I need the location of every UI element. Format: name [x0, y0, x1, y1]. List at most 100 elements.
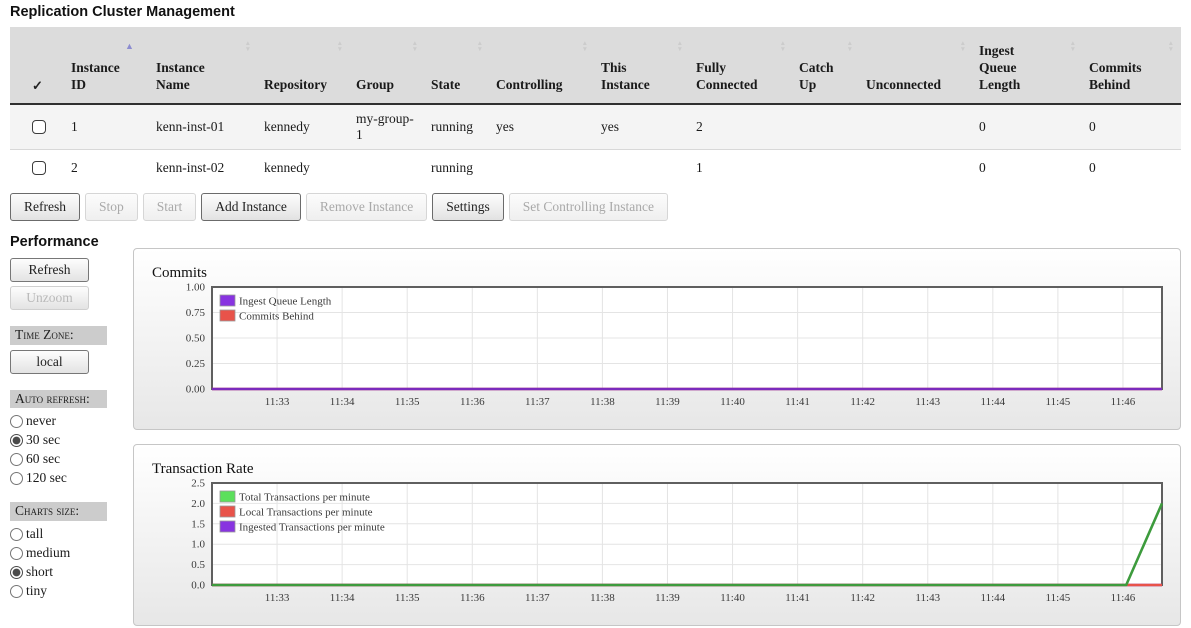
x-tick-label: 11:44 — [980, 396, 1005, 408]
performance-title: Performance — [10, 234, 133, 250]
column-label: Repository — [264, 77, 327, 94]
radio-label: tiny — [26, 583, 47, 599]
svg-text:Ingested Transactions per minu: Ingested Transactions per minute — [239, 521, 385, 533]
y-tick-label: 0.00 — [186, 383, 206, 395]
column-label: Group — [356, 77, 394, 94]
col-header-controlling[interactable]: Controlling▲▼ — [490, 27, 595, 104]
x-tick-label: 11:38 — [590, 396, 615, 408]
col-header-state[interactable]: State▲▼ — [425, 27, 490, 104]
x-tick-label: 11:35 — [395, 396, 420, 408]
refresh-button[interactable]: Refresh — [10, 193, 80, 221]
col-header-fully-connected[interactable]: Fully Connected▲▼ — [690, 27, 793, 104]
x-tick-label: 11:41 — [785, 592, 810, 604]
column-label: Unconnected — [866, 77, 941, 94]
cell-this-instance — [595, 150, 690, 186]
table-row: 2kenn-inst-02kennedyrunning100 — [10, 150, 1181, 186]
x-tick-label: 11:43 — [915, 592, 940, 604]
legend-item: Ingested Transactions per minute — [220, 521, 385, 534]
radio-label: tall — [26, 526, 43, 542]
cell-unconnected — [860, 150, 973, 186]
col-header-catch-up[interactable]: Catch Up▲▼ — [793, 27, 860, 104]
row-select-cell — [10, 150, 65, 186]
x-tick-label: 11:45 — [1046, 396, 1071, 408]
column-label: Instance ID — [71, 60, 129, 94]
perf-unzoom-button[interactable]: Unzoom — [10, 286, 89, 310]
auto-refresh-group: never 30 sec 60 sec 120 sec — [10, 413, 133, 486]
x-tick-label: 11:33 — [265, 396, 290, 408]
row-checkbox[interactable] — [32, 161, 46, 175]
x-tick-label: 11:34 — [330, 592, 355, 604]
local-button[interactable]: local — [10, 350, 89, 374]
charts-size-radio[interactable] — [10, 585, 23, 598]
cell-instance-id: 1 — [65, 104, 150, 150]
x-tick-label: 11:39 — [655, 396, 680, 408]
cell-fully-connected: 2 — [690, 104, 793, 150]
cell-commits-behind: 0 — [1083, 150, 1181, 186]
row-checkbox[interactable] — [32, 120, 46, 134]
auto-refresh-radio[interactable] — [10, 434, 23, 447]
col-header-repository[interactable]: Repository ▲▼ — [258, 27, 350, 104]
cell-ingest-queue-length: 0 — [973, 104, 1083, 150]
auto-refresh-radio[interactable] — [10, 472, 23, 485]
remove-instance-button[interactable]: Remove Instance — [306, 193, 427, 221]
y-tick-label: 1.0 — [191, 538, 205, 550]
cell-instance-id: 2 — [65, 150, 150, 186]
x-tick-label: 11:46 — [1111, 396, 1136, 408]
sort-icon: ▲▼ — [1070, 41, 1076, 53]
auto-refresh-option-120-sec[interactable]: 120 sec — [10, 470, 133, 486]
charts-size-option-tall[interactable]: tall — [10, 526, 133, 542]
chart-canvas[interactable]: 11:3311:3411:3511:3611:3711:3811:3911:40… — [150, 479, 1170, 619]
sort-icon: ▲▼ — [337, 41, 343, 53]
charts-size-option-tiny[interactable]: tiny — [10, 583, 133, 599]
charts-size-radio[interactable] — [10, 528, 23, 541]
y-tick-label: 0.75 — [186, 307, 206, 319]
sort-icon: ▲▼ — [960, 41, 966, 53]
auto-refresh-radio[interactable] — [10, 453, 23, 466]
col-header-unconnected[interactable]: Unconnected ▲▼ — [860, 27, 973, 104]
charts-column: Commits11:3311:3411:3511:3611:3711:3811:… — [133, 248, 1181, 626]
performance-section: Performance RefreshUnzoom Time Zone: loc… — [10, 234, 1181, 626]
col-header-instance-name[interactable]: Instance Name▲▼ — [150, 27, 258, 104]
stop-button[interactable]: Stop — [85, 193, 138, 221]
cell-unconnected — [860, 104, 973, 150]
auto-refresh-option-30-sec[interactable]: 30 sec — [10, 432, 133, 448]
col-header-this-instance[interactable]: This Instance▲▼ — [595, 27, 690, 104]
start-button[interactable]: Start — [143, 193, 197, 221]
legend-item: Local Transactions per minute — [220, 506, 373, 519]
col-header-instance-id[interactable]: Instance ID▲ — [65, 27, 150, 104]
add-instance-button[interactable]: Add Instance — [201, 193, 301, 221]
x-tick-label: 11:35 — [395, 592, 420, 604]
col-header-select[interactable]: ✓ — [10, 27, 65, 104]
chart-title: Transaction Rate — [152, 461, 1180, 478]
auto-refresh-option-never[interactable]: never — [10, 413, 133, 429]
auto-refresh-option-60-sec[interactable]: 60 sec — [10, 451, 133, 467]
charts-size-option-medium[interactable]: medium — [10, 545, 133, 561]
y-tick-label: 2.0 — [191, 498, 205, 510]
charts-size-radio[interactable] — [10, 547, 23, 560]
auto-refresh-label: Auto refresh: — [10, 390, 107, 409]
sort-icon: ▲▼ — [847, 41, 853, 53]
col-header-ingest-queue-length[interactable]: Ingest Queue Length▲▼ — [973, 27, 1083, 104]
col-header-group[interactable]: Group▲▼ — [350, 27, 425, 104]
performance-sidebar: Performance RefreshUnzoom Time Zone: loc… — [10, 234, 133, 626]
cell-controlling — [490, 150, 595, 186]
perf-refresh-button[interactable]: Refresh — [10, 258, 89, 282]
set-controlling-instance-button[interactable]: Set Controlling Instance — [509, 193, 668, 221]
settings-button[interactable]: Settings — [432, 193, 504, 221]
check-icon: ✓ — [32, 78, 43, 93]
col-header-commits-behind[interactable]: Commits Behind▲▼ — [1083, 27, 1181, 104]
cell-instance-name: kenn-inst-01 — [150, 104, 258, 150]
cell-state: running — [425, 150, 490, 186]
charts-size-radio[interactable] — [10, 566, 23, 579]
charts-size-option-short[interactable]: short — [10, 564, 133, 580]
auto-refresh-radio[interactable] — [10, 415, 23, 428]
cell-commits-behind: 0 — [1083, 104, 1181, 150]
chart-canvas[interactable]: 11:3311:3411:3511:3611:3711:3811:3911:40… — [150, 283, 1170, 423]
x-tick-label: 11:42 — [850, 396, 875, 408]
sort-icon: ▲▼ — [245, 41, 251, 53]
commits-chart-panel: Commits11:3311:3411:3511:3611:3711:3811:… — [133, 248, 1181, 430]
y-tick-label: 2.5 — [191, 479, 205, 490]
x-tick-label: 11:42 — [850, 592, 875, 604]
x-tick-label: 11:43 — [915, 396, 940, 408]
cell-ingest-queue-length: 0 — [973, 150, 1083, 186]
